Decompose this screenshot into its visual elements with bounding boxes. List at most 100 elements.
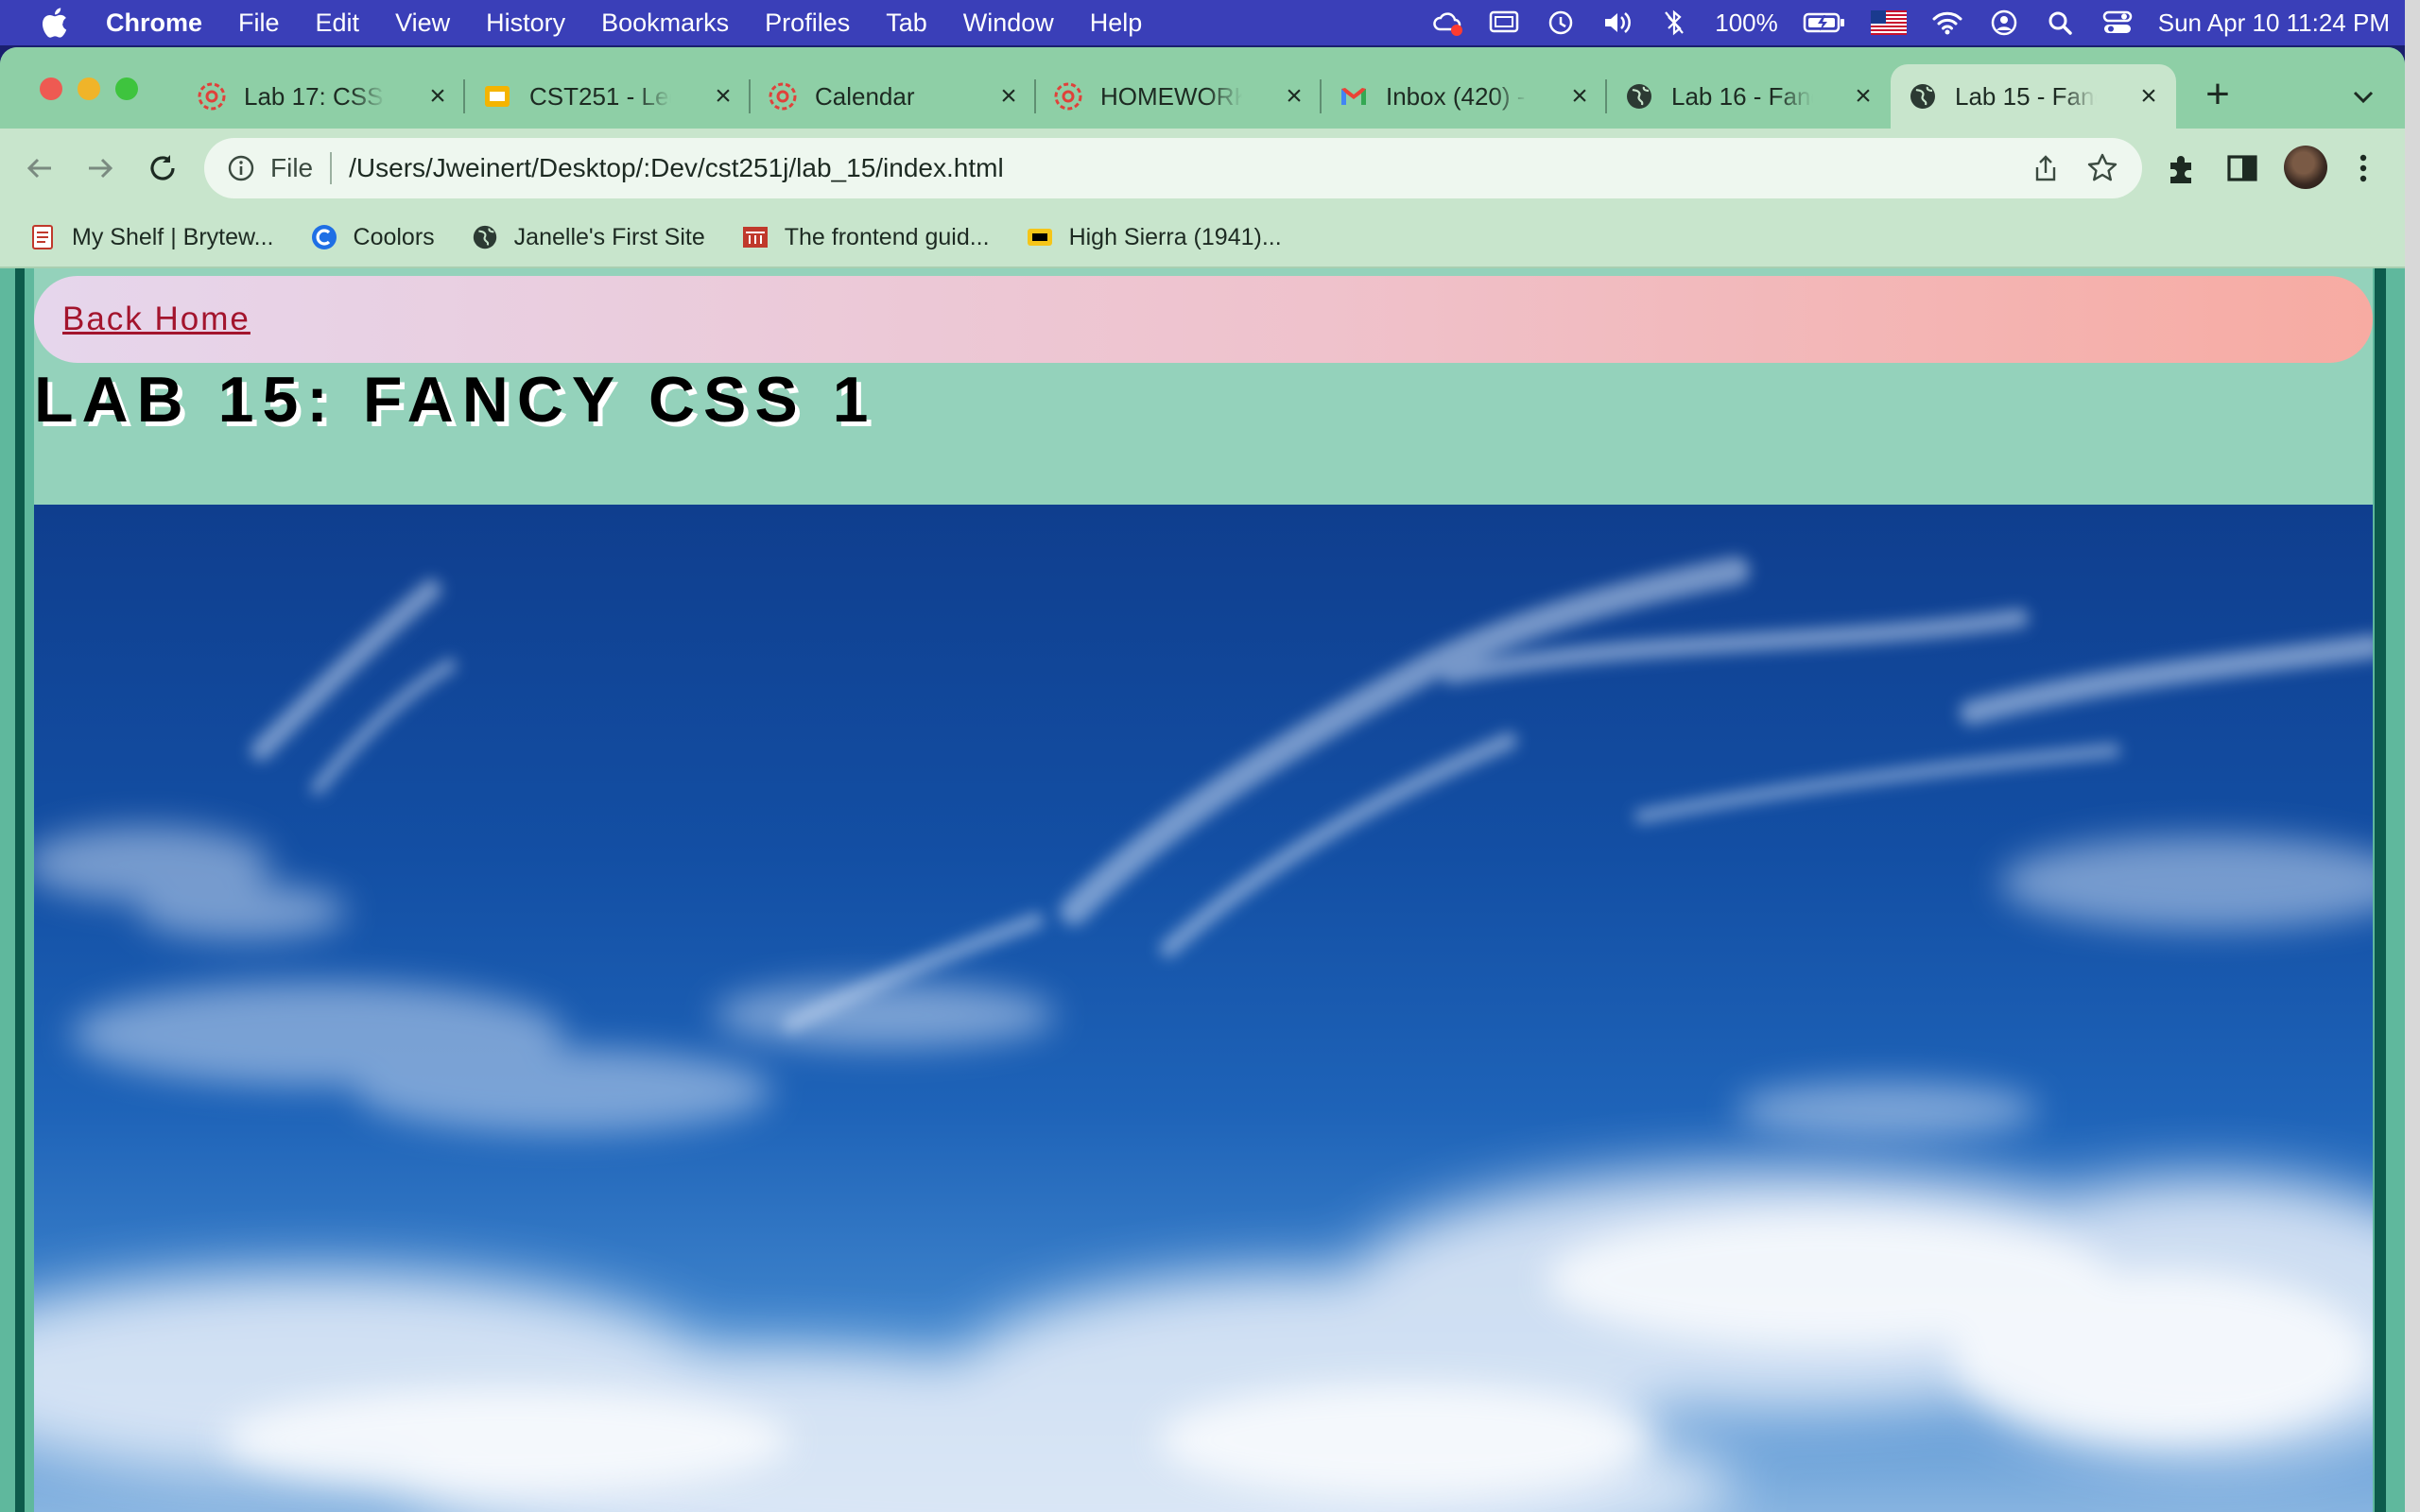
menu-tab[interactable]: Tab [886, 9, 927, 38]
menu-edit[interactable]: Edit [316, 9, 360, 38]
us-flag-icon[interactable] [1870, 9, 1907, 37]
control-center-icon[interactable] [2101, 9, 2134, 37]
tab-lab-16[interactable]: Lab 16 - Fancy × [1607, 64, 1891, 129]
tab-strip: Lab 17: CSS Layout × CST251 - Lecture × … [0, 47, 2405, 129]
desktop-edge [2405, 0, 2420, 1512]
menu-bar-clock[interactable]: Sun Apr 10 11:24 PM [2158, 9, 2390, 38]
canvas-icon [197, 81, 227, 112]
bookmarks-bar: My Shelf | Brytew... Coolors Janelle's F… [0, 208, 2405, 268]
menu-history[interactable]: History [486, 9, 565, 38]
globe-icon [1908, 81, 1938, 112]
menu-file[interactable]: File [238, 9, 280, 38]
extensions-puzzle-icon[interactable] [2161, 147, 2203, 189]
bookmark-label: My Shelf | Brytew... [72, 223, 274, 250]
bookmark-label: The frontend guid... [784, 223, 990, 250]
tab-title: Calendar [815, 81, 915, 111]
back-home-link[interactable]: Back Home [62, 301, 251, 338]
bookmark-high-sierra[interactable]: High Sierra (1941)... [1026, 223, 1282, 251]
forward-arrow-icon[interactable] [79, 147, 121, 189]
share-icon[interactable] [2031, 153, 2061, 183]
address-url-text[interactable]: /Users/Jweinert/Desktop/:Dev/cst251j/lab… [349, 153, 1004, 183]
screen-mirroring-icon[interactable] [1488, 9, 1520, 37]
profile-avatar[interactable] [2284, 146, 2327, 189]
creative-cloud-icon[interactable] [1431, 9, 1463, 37]
bookmark-label: Janelle's First Site [513, 223, 705, 250]
slides-icon [482, 81, 512, 112]
globe-icon [471, 223, 499, 251]
page-container: Back Home LAB 15: FANCY CSS 1 [34, 268, 2373, 1512]
imdb-icon [1026, 223, 1054, 251]
tab-lab-17[interactable]: Lab 17: CSS Layout × [180, 64, 465, 129]
reload-icon[interactable] [142, 147, 183, 189]
battery-percent: 100% [1715, 8, 1778, 37]
address-scheme-label: File [270, 153, 314, 182]
bookmark-frontend-guide[interactable]: The frontend guid... [741, 223, 990, 251]
new-tab-plus-icon[interactable]: + [2199, 74, 2237, 115]
tab-title: HOMEWORK: D [1100, 81, 1242, 111]
menu-profiles[interactable]: Profiles [765, 9, 850, 38]
coolors-icon [310, 223, 338, 251]
window-zoom-button[interactable] [115, 77, 138, 100]
spotlight-search-icon[interactable] [2045, 9, 2077, 37]
time-machine-icon[interactable] [1545, 9, 1577, 37]
menu-bookmarks[interactable]: Bookmarks [601, 9, 729, 38]
book-icon [28, 223, 57, 251]
tab-close-icon[interactable]: × [424, 82, 452, 111]
tab-close-icon[interactable]: × [2135, 82, 2163, 111]
tab-search-chevron-icon[interactable] [2346, 79, 2380, 113]
page-border-right [2375, 268, 2386, 1512]
sky-clouds-illustration [34, 557, 2373, 1512]
ftf-icon [741, 223, 769, 251]
menu-bar-status-area: 100% Sun Apr 10 11:24 PM [1431, 0, 2390, 45]
tab-close-icon[interactable]: × [1849, 82, 1877, 111]
bookmark-star-icon[interactable] [2085, 151, 2119, 185]
bookmark-coolors[interactable]: Coolors [310, 223, 435, 251]
browser-toolbar: File /Users/Jweinert/Desktop/:Dev/cst251… [0, 129, 2405, 208]
page-viewport: Back Home LAB 15: FANCY CSS 1 [0, 268, 2405, 1512]
menu-app-name[interactable]: Chrome [106, 9, 202, 38]
tab-calendar[interactable]: Calendar × [751, 64, 1036, 129]
user-account-icon[interactable] [1988, 9, 2020, 37]
globe-icon [1624, 81, 1654, 112]
address-bar[interactable]: File /Users/Jweinert/Desktop/:Dev/cst251… [204, 138, 2142, 198]
menu-view[interactable]: View [395, 9, 450, 38]
apple-logo-icon[interactable] [40, 7, 68, 39]
tab-title: Lab 16 - Fancy [1671, 81, 1813, 111]
bluetooth-off-icon[interactable] [1658, 9, 1690, 37]
tab-title: Inbox (420) - jw [1386, 81, 1528, 111]
page-border-left [15, 268, 25, 1512]
canvas-icon [1053, 81, 1083, 112]
window-close-button[interactable] [40, 77, 62, 100]
tab-close-icon[interactable]: × [1565, 82, 1594, 111]
tab-lab-15-active[interactable]: Lab 15 - Fancy × [1891, 64, 2176, 129]
site-info-icon[interactable] [227, 154, 255, 182]
bookmark-my-shelf[interactable]: My Shelf | Brytew... [28, 223, 274, 251]
address-divider [330, 152, 333, 184]
page-nav-bar: Back Home [34, 276, 2373, 363]
tab-close-icon[interactable]: × [709, 82, 737, 111]
browser-window: Lab 17: CSS Layout × CST251 - Lecture × … [0, 47, 2405, 1512]
tab-cst251-lecture[interactable]: CST251 - Lecture × [465, 64, 751, 129]
bookmark-janelles-first-site[interactable]: Janelle's First Site [471, 223, 705, 251]
tab-title: Lab 15 - Fancy [1955, 81, 2097, 111]
window-minimize-button[interactable] [78, 77, 100, 100]
volume-icon[interactable] [1601, 9, 1634, 37]
tab-homework[interactable]: HOMEWORK: D × [1036, 64, 1322, 129]
kebab-menu-icon[interactable] [2342, 147, 2384, 189]
menu-window[interactable]: Window [963, 9, 1054, 38]
macos-menu-bar: Chrome File Edit View History Bookmarks … [0, 0, 2420, 45]
tab-gmail-inbox[interactable]: Inbox (420) - jw × [1322, 64, 1607, 129]
menu-help[interactable]: Help [1090, 9, 1143, 38]
sky-hero-image [34, 505, 2373, 1512]
tab-close-icon[interactable]: × [1280, 82, 1308, 111]
gmail-icon [1339, 81, 1369, 112]
tab-title: CST251 - Lecture [529, 81, 671, 111]
tab-close-icon[interactable]: × [994, 82, 1023, 111]
page-title: LAB 15: FANCY CSS 1 [34, 364, 877, 436]
wifi-icon[interactable] [1931, 9, 1963, 37]
back-arrow-icon[interactable] [19, 147, 60, 189]
bookmark-label: High Sierra (1941)... [1068, 223, 1282, 250]
battery-charging-icon[interactable] [1803, 9, 1846, 37]
side-panel-icon[interactable] [2221, 147, 2263, 189]
bookmark-label: Coolors [353, 223, 435, 250]
